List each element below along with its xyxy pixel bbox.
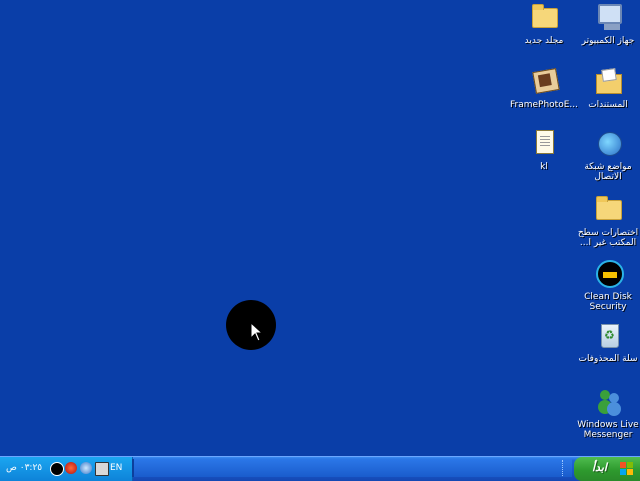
recycle-bin-shortcut[interactable]: سلة المحذوفات	[572, 320, 640, 364]
volume-icon[interactable]	[50, 462, 64, 476]
unused-shortcuts-folder[interactable]: اختصارات سطح المكتب غير ا...	[572, 194, 640, 248]
icon-label: kl	[540, 162, 548, 172]
system-tray: ٠٣:٢٥ ص EN	[0, 457, 133, 481]
start-label: ابدأ	[592, 461, 607, 474]
mouse-pointer-icon	[250, 322, 264, 342]
clock[interactable]: ٠٣:٢٥ ص	[6, 463, 42, 473]
computer-icon	[592, 2, 624, 34]
framephoto-shortcut[interactable]: FramePhotoE...	[508, 66, 580, 110]
network-places-shortcut[interactable]: مواضع شبكة الاتصال	[572, 128, 640, 182]
documents-folder-icon	[592, 66, 624, 98]
clean-disk-icon	[592, 258, 624, 290]
media-icon[interactable]	[65, 462, 77, 474]
network-icon	[592, 128, 624, 160]
my-computer-shortcut[interactable]: جهاز الكمبيوتر	[572, 2, 640, 46]
icon-label: Clean Disk Security	[584, 292, 632, 312]
recycle-bin-icon	[592, 320, 624, 352]
toolbar-grip[interactable]	[562, 460, 571, 476]
windows-flag-icon	[620, 462, 634, 476]
start-button[interactable]: ابدأ	[574, 457, 640, 481]
notepad-file-icon	[528, 128, 560, 160]
icon-label: المستندات	[588, 100, 628, 110]
language-indicator[interactable]: EN	[110, 463, 122, 473]
messenger-icon	[592, 386, 624, 418]
icon-label: مواضع شبكة الاتصال	[584, 162, 632, 182]
icon-label: اختصارات سطح المكتب غير ا...	[577, 228, 639, 248]
icon-label: Windows Live Messenger	[577, 420, 639, 440]
icon-label: FramePhotoE...	[510, 100, 578, 110]
notepad-tray-icon[interactable]	[95, 462, 109, 476]
kl-file-shortcut[interactable]: kl	[508, 128, 580, 172]
my-documents-shortcut[interactable]: المستندات	[572, 66, 640, 110]
taskbar: ٠٣:٢٥ ص EN ابدأ	[0, 456, 640, 481]
new-folder-shortcut[interactable]: مجلد جديد	[508, 2, 580, 46]
taskbar-buttons-area[interactable]	[132, 459, 572, 477]
icon-label: سلة المحذوفات	[578, 354, 638, 364]
network-status-icon[interactable]	[80, 462, 92, 474]
folder-icon	[592, 194, 624, 226]
desktop[interactable]: جهاز الكمبيوتر مجلد جديد المستندات Frame…	[0, 0, 640, 456]
icon-label: مجلد جديد	[524, 36, 564, 46]
messenger-shortcut[interactable]: Windows Live Messenger	[572, 386, 640, 440]
framephoto-icon	[528, 66, 560, 98]
folder-icon	[528, 2, 560, 34]
clean-disk-shortcut[interactable]: Clean Disk Security	[572, 258, 640, 312]
icon-label: جهاز الكمبيوتر	[581, 36, 635, 46]
